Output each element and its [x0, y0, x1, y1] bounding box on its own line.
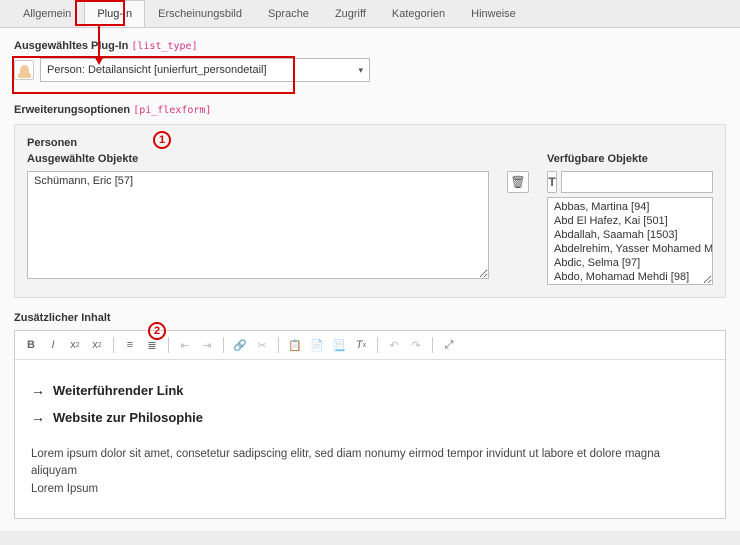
tab-erscheinungsbild[interactable]: Erscheinungsbild — [145, 0, 255, 27]
selected-plugin-label-text: Ausgewähltes Plug-In — [14, 40, 128, 52]
persons-heading: Personen — [27, 137, 713, 149]
list-item[interactable]: Abd El Hafez, Kai [501] — [548, 214, 712, 228]
tab-kategorien[interactable]: Kategorien — [379, 0, 458, 27]
trash-icon: 🗑 — [510, 175, 525, 189]
filter-input[interactable] — [561, 171, 713, 193]
plugin-select[interactable]: Person: Detailansicht [unierfurt_persond… — [40, 58, 370, 82]
outdent-button[interactable]: ⇤ — [175, 335, 195, 355]
person-icon — [20, 65, 29, 76]
rte-body[interactable]: → Weiterführender Link → Website zur Phi… — [15, 360, 725, 518]
list-item[interactable]: Abbas, Martina [94] — [548, 200, 712, 214]
superscript-button[interactable]: x2 — [87, 335, 107, 355]
rte-link-2-text: Website zur Philosophie — [53, 408, 203, 428]
extra-content-label: Zusätzlicher Inhalt — [14, 312, 726, 324]
ext-options-label-text: Erweiterungsoptionen — [14, 104, 130, 116]
tab-content: Ausgewähltes Plug-In [list_type] Person:… — [0, 28, 740, 531]
bulleted-list-button[interactable]: ≣ — [142, 335, 162, 355]
list-item[interactable]: Abdo, Mohamad Mehdi [98] — [548, 270, 712, 284]
plugin-select-value: Person: Detailansicht [unierfurt_persond… — [47, 64, 267, 76]
link-button[interactable]: 🔗 — [230, 335, 250, 355]
selected-plugin-row: Person: Detailansicht [unierfurt_persond… — [14, 58, 726, 82]
separator — [113, 337, 114, 353]
remove-format-button[interactable]: Tx — [351, 335, 371, 355]
rich-text-editor: B I x2 x2 ≡ ≣ ⇤ ⇥ 🔗 ✂ 📋 📄 📃 — [14, 330, 726, 519]
ext-options-label: Erweiterungsoptionen [pi_flexform] — [14, 104, 726, 116]
redo-button[interactable]: ↷ — [406, 335, 426, 355]
ext-options-tech: [pi_flexform] — [133, 105, 211, 116]
paste-text-button[interactable]: 📄 — [307, 335, 327, 355]
bold-button[interactable]: B — [21, 335, 41, 355]
tab-zugriff[interactable]: Zugriff — [322, 0, 379, 27]
rte-link-2[interactable]: → Website zur Philosophie — [31, 407, 709, 428]
rte-link-1[interactable]: → Weiterführender Link — [31, 380, 709, 401]
selected-plugin-label: Ausgewähltes Plug-In [list_type] — [14, 40, 726, 52]
separator — [377, 337, 378, 353]
selected-plugin-tech: [list_type] — [131, 41, 197, 52]
indent-button[interactable]: ⇥ — [197, 335, 217, 355]
delete-button[interactable]: 🗑 — [507, 171, 529, 193]
unlink-button[interactable]: ✂ — [252, 335, 272, 355]
rte-paragraph: Lorem ipsum dolor sit amet, consetetur s… — [31, 446, 709, 498]
available-objects-label: Verfügbare Objekte — [547, 153, 713, 165]
list-item[interactable]: Abdallah, Saamah [1503] — [548, 228, 712, 242]
paste-button[interactable]: 📋 — [285, 335, 305, 355]
selected-objects-list[interactable]: Schümann, Eric [57] — [27, 171, 489, 279]
tab-allgemein[interactable]: Allgemein — [10, 0, 84, 27]
selected-objects-label: Ausgewählte Objekte — [27, 153, 489, 165]
numbered-list-button[interactable]: ≡ — [120, 335, 140, 355]
italic-button[interactable]: I — [43, 335, 63, 355]
tab-sprache[interactable]: Sprache — [255, 0, 322, 27]
subscript-button[interactable]: x2 — [65, 335, 85, 355]
list-item[interactable]: Abdic, Selma [97] — [548, 256, 712, 270]
tab-hinweise[interactable]: Hinweise — [458, 0, 529, 27]
chevron-down-icon: ▾ — [358, 65, 363, 76]
extra-content-panel: Zusätzlicher Inhalt 2 B I x2 x2 ≡ ≣ ⇤ ⇥ … — [14, 312, 726, 519]
separator — [278, 337, 279, 353]
arrow-icon: → — [31, 380, 45, 401]
separator — [432, 337, 433, 353]
arrow-icon: → — [31, 407, 45, 428]
paste-word-button[interactable]: 📃 — [329, 335, 349, 355]
filter-icon: T — [548, 175, 555, 189]
tab-bar: Allgemein Plug-In Erscheinungsbild Sprac… — [0, 0, 740, 28]
filter-button[interactable]: T — [547, 171, 557, 193]
persons-panel: Personen 1 Ausgewählte Objekte Schümann,… — [14, 124, 726, 298]
fullscreen-button[interactable]: ⤢ — [439, 335, 459, 355]
list-item[interactable]: Schümann, Eric [57] — [28, 174, 488, 188]
list-item[interactable]: Abdelrehim, Yasser Mohamed Mahmoud [1500… — [548, 242, 712, 256]
available-objects-list[interactable]: Abbas, Martina [94] Abd El Hafez, Kai [5… — [547, 197, 713, 285]
undo-button[interactable]: ↶ — [384, 335, 404, 355]
dual-list: Ausgewählte Objekte Schümann, Eric [57] … — [27, 153, 713, 285]
tab-plugin[interactable]: Plug-In — [84, 0, 145, 27]
separator — [168, 337, 169, 353]
rte-toolbar: B I x2 x2 ≡ ≣ ⇤ ⇥ 🔗 ✂ 📋 📄 📃 — [15, 331, 725, 360]
rte-link-1-text: Weiterführender Link — [53, 381, 184, 401]
plugin-type-icon-box — [14, 60, 34, 80]
separator — [223, 337, 224, 353]
